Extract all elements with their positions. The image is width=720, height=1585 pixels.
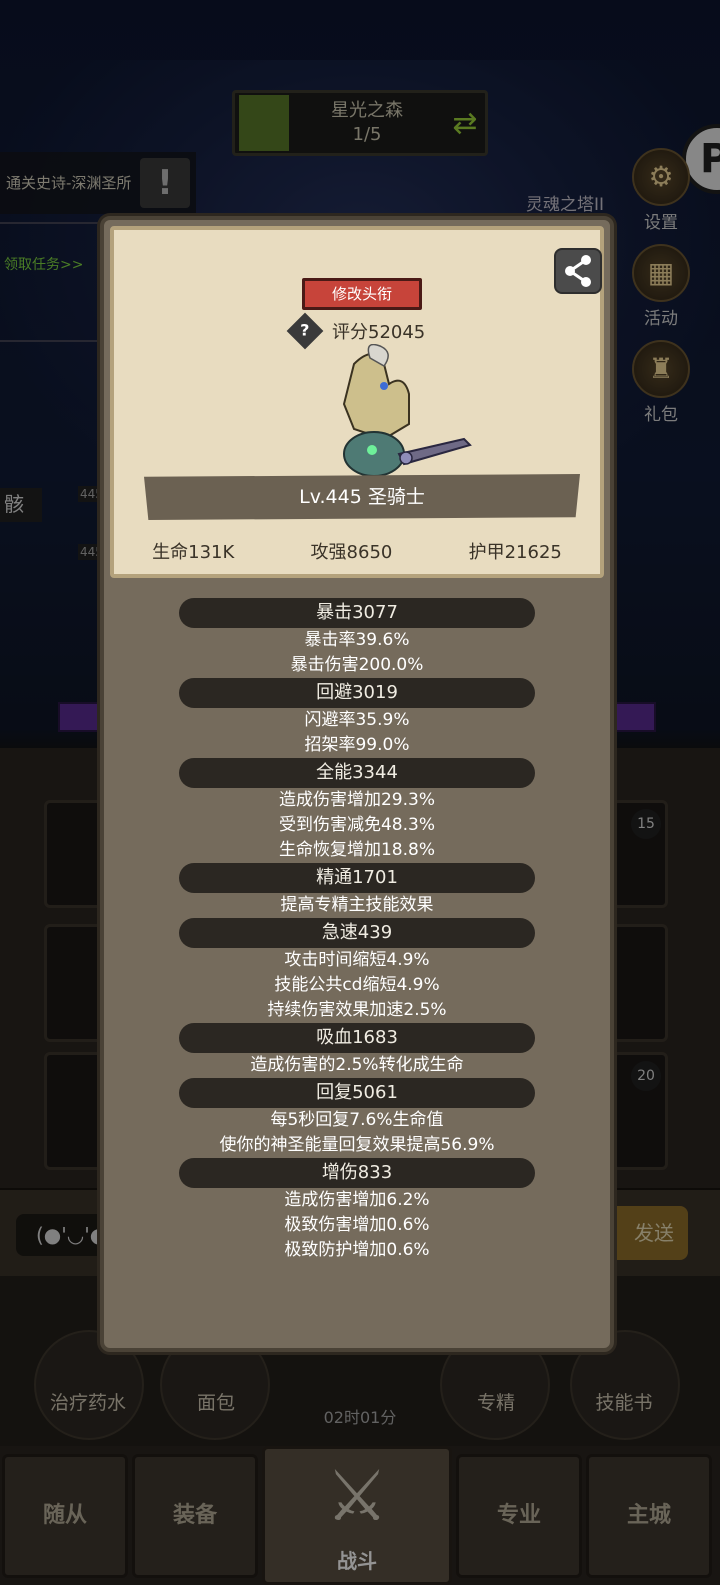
stat-detail: 暴击伤害200.0% (290, 655, 424, 675)
attack-stat: 攻强8650 (310, 542, 393, 563)
armor-stat: 护甲21625 (468, 542, 562, 563)
knight-portrait (342, 344, 472, 477)
stat-group: 增伤833 造成伤害增加6.2% 极致伤害增加0.6% 极致防护增加0.6% (104, 1158, 610, 1263)
stat-detail: 造成伤害的2.5%转化成生命 (250, 1055, 464, 1075)
score-text: 评分52045 (332, 322, 426, 343)
character-stats-dialog: 修改头衔 ? 评分52045 Lv.445 圣骑士 生命131K 攻强8650 … (100, 216, 614, 1352)
stat-header: 精通1701 (179, 863, 535, 893)
stat-detail: 使你的神圣能量回复效果提高56.9% (219, 1135, 495, 1155)
stat-detail: 每5秒回复7.6%生命值 (270, 1110, 444, 1130)
base-stats: 生命131K 攻强8650 护甲21625 (114, 538, 600, 564)
stat-detail: 造成伤害增加6.2% (284, 1190, 430, 1210)
stat-detail: 受到伤害减免48.3% (278, 815, 435, 835)
stat-detail: 生命恢复增加18.8% (278, 840, 435, 860)
stat-detail: 技能公共cd缩短4.9% (274, 975, 440, 995)
character-card: 修改头衔 ? 评分52045 Lv.445 圣骑士 生命131K 攻强8650 … (110, 226, 604, 578)
stat-group: 急速439 攻击时间缩短4.9% 技能公共cd缩短4.9% 持续伤害效果加速2.5% (104, 918, 610, 1023)
stat-detail: 持续伤害效果加速2.5% (267, 1000, 447, 1020)
stat-detail: 闪避率35.9% (304, 710, 410, 730)
stat-detail: 攻击时间缩短4.9% (284, 950, 430, 970)
stat-list: 暴击3077 暴击率39.6% 暴击伤害200.0% 回避3019 闪避率35.9% 招架… (104, 598, 610, 1263)
share-icon (565, 255, 591, 287)
stat-group: 精通1701 提高专精主技能效果 (104, 863, 610, 918)
stat-group: 全能3344 造成伤害增加29.3% 受到伤害减免48.3% 生命恢复增加18.8% (104, 758, 610, 863)
stat-header: 回复5061 (179, 1078, 535, 1108)
score-row: ? 评分52045 (286, 312, 426, 350)
stat-detail: 提高专精主技能效果 (280, 895, 434, 915)
stat-group: 暴击3077 暴击率39.6% 暴击伤害200.0% (104, 598, 610, 678)
hp-stat: 生命131K (152, 542, 235, 563)
stat-header: 增伤833 (179, 1158, 535, 1188)
stat-header: 吸血1683 (179, 1023, 535, 1053)
stat-header: 回避3019 (179, 678, 535, 708)
stat-group: 回复5061 每5秒回复7.6%生命值使你的神圣能量回复效果提高56.9% (104, 1078, 610, 1158)
level-class-banner: Lv.445 圣骑士 (144, 474, 580, 520)
stat-detail: 招架率99.0% (304, 735, 410, 755)
stat-group: 吸血1683 造成伤害的2.5%转化成生命 (104, 1023, 610, 1078)
stat-detail: 暴击率39.6% (304, 630, 410, 650)
stat-detail: 造成伤害增加29.3% (278, 790, 435, 810)
stat-group: 回避3019 闪避率35.9% 招架率99.0% (104, 678, 610, 758)
stat-header: 暴击3077 (179, 598, 535, 628)
stat-header: 急速439 (179, 918, 535, 948)
share-button[interactable] (554, 248, 602, 294)
stat-detail: 极致伤害增加0.6% (284, 1215, 430, 1235)
edit-title-button[interactable]: 修改头衔 (302, 278, 422, 310)
stat-header: 全能3344 (179, 758, 535, 788)
stat-detail: 极致防护增加0.6% (284, 1240, 430, 1260)
